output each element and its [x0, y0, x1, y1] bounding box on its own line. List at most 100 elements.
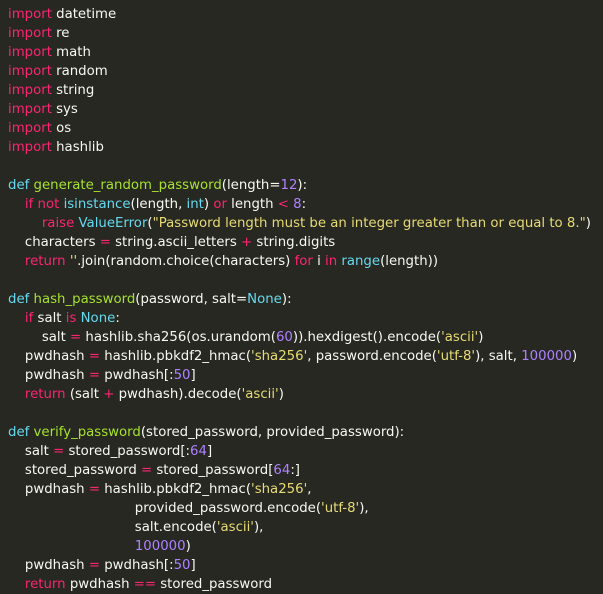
- code-token: hashlib: [51, 140, 104, 155]
- code-line: stored_password = stored_password[64:]: [8, 461, 603, 480]
- code-line: return (salt + pwdhash).decode('ascii'): [8, 385, 603, 404]
- code-line: salt = hashlib.sha256(os.urandom(60)).he…: [8, 328, 603, 347]
- code-token: pwdhash: [8, 349, 89, 364]
- code-token: int: [186, 197, 204, 212]
- code-token: i: [312, 254, 326, 269]
- code-token: salt: [8, 444, 54, 459]
- code-line: pwdhash = hashlib.pbkdf2_hmac('sha256', …: [8, 347, 603, 366]
- code-token: ==: [133, 577, 157, 592]
- code-token: (length=: [221, 178, 281, 193]
- code-line: import hashlib: [8, 138, 603, 157]
- code-token: pwdhash: [8, 368, 89, 383]
- code-token: )).hexdigest().encode(: [292, 330, 442, 345]
- code-token: (stored_password, provided_password):: [140, 425, 405, 440]
- code-line: import random: [8, 62, 603, 81]
- code-token: None: [247, 292, 282, 307]
- code-token: (length)): [380, 254, 439, 269]
- code-token: import: [8, 45, 52, 60]
- code-token: math: [51, 45, 91, 60]
- code-token: =: [99, 235, 111, 250]
- code-token: =: [70, 330, 82, 345]
- code-token: raise: [41, 216, 75, 231]
- code-token: =: [88, 349, 100, 364]
- code-token: ),: [359, 501, 369, 516]
- code-token: ): [278, 387, 284, 402]
- code-token: 100000: [134, 539, 186, 554]
- code-token: <: [277, 197, 289, 212]
- code-token: salt: [8, 330, 71, 345]
- code-line: def hash_password(password, salt=None):: [8, 290, 603, 309]
- code-token: ,: [307, 482, 312, 497]
- code-token: None: [80, 311, 116, 326]
- code-token: import: [8, 7, 52, 22]
- code-token: 'sha256': [251, 349, 308, 364]
- code-token: ): [478, 330, 484, 345]
- code-line: def generate_random_password(length=12):: [8, 176, 603, 195]
- code-token: .join(random.choice(characters): [77, 254, 295, 269]
- code-area[interactable]: import datetime import re import math impor…: [0, 0, 603, 594]
- code-token: ]: [190, 558, 196, 573]
- code-token: string.ascii_letters: [110, 235, 242, 250]
- code-token: 'ascii': [241, 387, 279, 402]
- code-line: if not isinstance(length, int) or length…: [8, 195, 603, 214]
- code-token: ): [203, 197, 214, 212]
- code-token: range: [341, 254, 381, 269]
- code-token: ValueError: [78, 216, 148, 231]
- code-line: pwdhash = hashlib.pbkdf2_hmac('sha256',: [8, 480, 603, 499]
- code-token: not: [37, 197, 60, 212]
- code-token: pwdhash: [65, 577, 134, 592]
- code-token: import: [8, 140, 52, 155]
- code-token: 'ascii': [216, 520, 254, 535]
- code-token: 'ascii': [441, 330, 479, 345]
- code-token: 64: [273, 463, 291, 478]
- code-token: (salt: [65, 387, 104, 402]
- code-line: import os: [8, 119, 603, 138]
- code-token: hashlib.sha256(os.urandom(: [81, 330, 276, 345]
- code-token: def: [8, 292, 30, 307]
- code-token: "Password length must be an integer grea…: [152, 216, 586, 231]
- code-editor[interactable]: import datetime import re import math impor…: [0, 0, 603, 592]
- code-token: isinstance: [63, 197, 131, 212]
- code-token: in: [325, 254, 338, 269]
- code-token: 8: [293, 197, 302, 212]
- code-token: pwdhash: [8, 482, 89, 497]
- code-token: =: [88, 368, 100, 383]
- code-token: stored_password[:: [64, 444, 191, 459]
- code-token: ):: [297, 178, 308, 193]
- code-token: stored_password[: [152, 463, 274, 478]
- code-token: ): [585, 216, 591, 231]
- code-token: :]: [290, 463, 300, 478]
- code-token: stored_password: [8, 463, 141, 478]
- code-token: return: [24, 577, 66, 592]
- code-token: generate_random_password: [33, 178, 222, 193]
- code-line: import datetime: [8, 5, 603, 24]
- code-line: pwdhash = pwdhash[:50]: [8, 556, 603, 575]
- code-token: verify_password: [33, 425, 141, 440]
- code-token: ),: [253, 520, 264, 535]
- code-line: raise ValueError("Password length must b…: [8, 214, 603, 233]
- code-token: import: [8, 102, 52, 117]
- code-token: pwdhash).decode(: [114, 387, 242, 402]
- code-token: random: [51, 64, 108, 79]
- code-token: hashlib.pbkdf2_hmac(: [99, 349, 252, 364]
- code-token: pwdhash[:: [99, 558, 174, 573]
- code-line: return ''.join(random.choice(characters)…: [8, 252, 603, 271]
- code-token: string: [51, 83, 95, 98]
- code-token: hash_password: [33, 292, 136, 307]
- code-token: 'utf-8': [436, 349, 476, 364]
- code-token: datetime: [51, 7, 117, 22]
- code-token: hashlib.pbkdf2_hmac(: [99, 482, 252, 497]
- code-token: def: [8, 425, 30, 440]
- code-token: =: [88, 558, 100, 573]
- code-line: if salt is None:: [8, 309, 603, 328]
- code-token: import: [8, 64, 52, 79]
- code-token: :: [301, 197, 307, 212]
- code-token: return: [24, 387, 66, 402]
- code-token: 'sha256': [251, 482, 308, 497]
- code-token: ):: [281, 292, 292, 307]
